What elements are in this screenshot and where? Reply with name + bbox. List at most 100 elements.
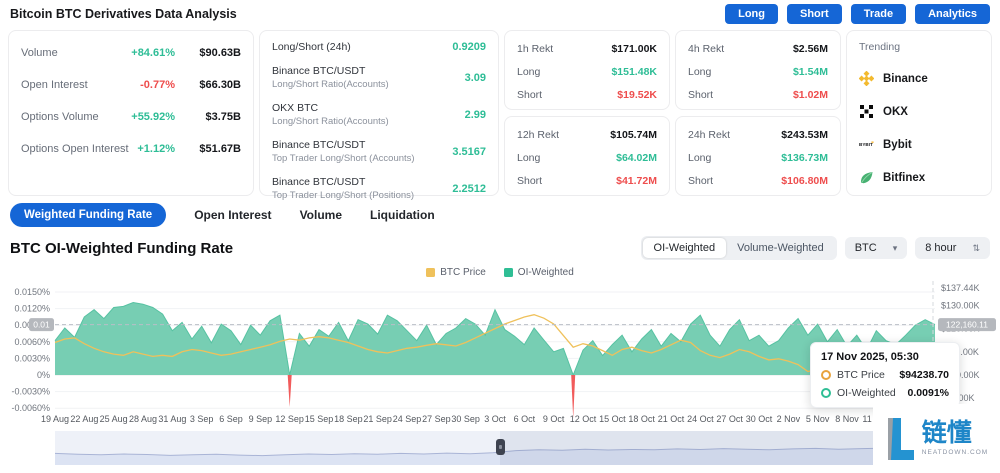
stat-row: Options Volume+55.92%$3.75B — [9, 101, 253, 133]
rekt-short-value: $41.72M — [616, 175, 657, 187]
svg-text:0.0060%: 0.0060% — [14, 337, 50, 347]
tab-volume[interactable]: Volume — [300, 208, 342, 222]
trending-item-bitfinex[interactable]: Bitfinex — [859, 170, 979, 185]
trending-item-binance[interactable]: Binance — [859, 71, 979, 86]
trending-list: Binance OKX BYBIT Bybit Bitfinex — [859, 71, 979, 185]
chevron-down-icon: ▾ — [893, 243, 898, 254]
chart-range-navigator[interactable] — [0, 430, 1000, 468]
tab-liquidation[interactable]: Liquidation — [370, 208, 435, 222]
ratio-subtitle: Long/Short Ratio(Accounts) — [272, 79, 389, 90]
legend-swatch — [426, 268, 435, 277]
stat-label: Options Open Interest — [21, 143, 137, 155]
svg-text:-0.0030%: -0.0030% — [11, 387, 50, 397]
top-bar: Bitcoin BTC Derivatives Data Analysis Lo… — [0, 0, 1000, 27]
tooltip-series-name: OI-Weighted — [837, 387, 902, 399]
long-button[interactable]: Long — [725, 4, 778, 24]
tab-weighted-funding-rate[interactable]: Weighted Funding Rate — [10, 203, 166, 227]
trending-item-label: Bybit — [883, 139, 912, 151]
legend-item-btc-price[interactable]: BTC Price — [426, 267, 486, 278]
svg-text:0.0120%: 0.0120% — [14, 304, 50, 314]
interval-select[interactable]: 8 hour ⇅ — [915, 237, 990, 259]
rekt-long-row: Long$64.02M — [505, 146, 669, 169]
chart-section-header: BTC OI-Weighted Funding Rate OI-Weighted… — [0, 231, 1000, 265]
rekt-total-row: 4h Rekt$2.56M — [676, 37, 840, 60]
stat-label: Options Volume — [21, 111, 131, 123]
svg-text:12 Sep: 12 Sep — [275, 414, 304, 424]
stat-label: Open Interest — [21, 79, 140, 91]
rekt-long-label: Long — [517, 66, 540, 78]
svg-text:0.0150%: 0.0150% — [14, 287, 50, 297]
okx-icon — [859, 104, 874, 119]
svg-text:-0.0060%: -0.0060% — [11, 403, 50, 413]
svg-text:15 Oct: 15 Oct — [599, 414, 626, 424]
svg-text:18 Oct: 18 Oct — [628, 414, 655, 424]
analytics-button[interactable]: Analytics — [915, 4, 990, 24]
trade-button[interactable]: Trade — [851, 4, 906, 24]
ratio-labels: Binance BTC/USDT Long/Short Ratio(Account… — [272, 65, 389, 90]
watermark: 链懂 NEATDOWN.COM — [873, 404, 1000, 473]
svg-text:21 Sep: 21 Sep — [363, 414, 392, 424]
rekt-total-row: 12h Rekt$105.74M — [505, 123, 669, 146]
legend-item-oi-weighted[interactable]: OI-Weighted — [504, 267, 574, 278]
rekt-total-value: $2.56M — [793, 43, 828, 55]
tooltip-series-value: $94238.70 — [899, 369, 949, 381]
overview-cards-row: Volume+84.61%$90.63BOpen Interest-0.77%$… — [0, 27, 1000, 199]
rekt-total-value: $105.74M — [610, 129, 657, 141]
tab-open-interest[interactable]: Open Interest — [194, 208, 271, 222]
toggle-volume-weighted[interactable]: Volume-Weighted — [726, 238, 835, 258]
stat-label: Volume — [21, 47, 131, 59]
ratio-subtitle: Long/Short Ratio(Accounts) — [272, 116, 389, 127]
ratio-row: Binance BTC/USDT Long/Short Ratio(Account… — [260, 59, 498, 96]
trending-item-bybit[interactable]: BYBIT Bybit — [859, 137, 979, 152]
ratio-labels: Long/Short (24h) — [272, 41, 351, 53]
chart-controls: OI-WeightedVolume-Weighted BTC ▾ 8 hour … — [641, 236, 990, 260]
symbol-select[interactable]: BTC ▾ — [845, 237, 908, 259]
ratio-value: 0.9209 — [452, 41, 486, 53]
short-button[interactable]: Short — [787, 4, 842, 24]
svg-text:27 Sep: 27 Sep — [422, 414, 451, 424]
svg-text:22 Aug: 22 Aug — [70, 414, 98, 424]
svg-text:3 Sep: 3 Sep — [190, 414, 214, 424]
legend-label: BTC Price — [440, 267, 486, 278]
rekt-short-row: Short $19.52K — [505, 83, 669, 106]
rekt-period-label: 24h Rekt — [688, 129, 730, 141]
rekt-short-value: $19.52K — [617, 89, 657, 101]
page-title: Bitcoin BTC Derivatives Data Analysis — [10, 7, 237, 21]
derivatives-dashboard: Bitcoin BTC Derivatives Data Analysis Lo… — [0, 0, 1000, 473]
ratio-title: Binance BTC/USDT — [272, 65, 389, 77]
trending-item-okx[interactable]: OKX — [859, 104, 979, 119]
ratio-value: 3.09 — [465, 72, 486, 84]
toggle-oi-weighted[interactable]: OI-Weighted — [643, 238, 727, 258]
up-down-arrows-icon: ⇅ — [972, 243, 980, 254]
interval-select-value: 8 hour — [925, 242, 956, 254]
rekt-short-row: Short $1.02M — [676, 83, 840, 106]
stat-change: +84.61% — [131, 47, 175, 59]
ratio-labels: OKX BTCLong/Short Ratio(Accounts) — [272, 102, 389, 127]
rekt-short-label: Short — [517, 175, 542, 187]
trending-item-label: Binance — [883, 73, 928, 85]
svg-text:0%: 0% — [37, 370, 50, 380]
trending-item-label: OKX — [883, 106, 908, 118]
ratio-row: Binance BTC/USDTTop Trader Long/Short (A… — [260, 133, 498, 170]
rekt-short-label: Short — [517, 89, 542, 101]
trending-item-label: Bitfinex — [883, 172, 925, 184]
svg-text:30 Sep: 30 Sep — [451, 414, 480, 424]
navigator-handle[interactable] — [496, 439, 505, 455]
stat-value: $51.67B — [189, 143, 241, 155]
stat-row: Volume+84.61%$90.63B — [9, 37, 253, 69]
svg-text:BYBIT: BYBIT — [859, 142, 873, 147]
rekt-total-row: 1h Rekt$171.00K — [505, 37, 669, 60]
ratio-row: Binance BTC/USDTTop Trader Long/Short (P… — [260, 170, 498, 207]
weight-toggle: OI-WeightedVolume-Weighted — [641, 236, 837, 260]
bitfinex-icon — [859, 170, 874, 185]
funding-rate-chart[interactable]: BTC PriceOI-Weighted 0.0150%0.0120%0.009… — [0, 265, 1000, 428]
ratio-title: Binance BTC/USDT — [272, 139, 415, 151]
rekt-card: 24h Rekt$243.53MLong$136.73MShort$106.80… — [675, 116, 841, 196]
rekt-short-label: Short — [688, 89, 713, 101]
svg-text:28 Aug: 28 Aug — [129, 414, 157, 424]
long-short-ratio-card: Long/Short (24h) 0.9209 Binance BTC/USDT Lo… — [259, 30, 499, 196]
stat-change: +55.92% — [131, 111, 175, 123]
chart-tooltip: 17 Nov 2025, 05:30 BTC Price$94238.70OI-… — [810, 342, 960, 408]
rekt-short-value: $1.02M — [793, 89, 828, 101]
rekt-short-label: Short — [688, 175, 713, 187]
